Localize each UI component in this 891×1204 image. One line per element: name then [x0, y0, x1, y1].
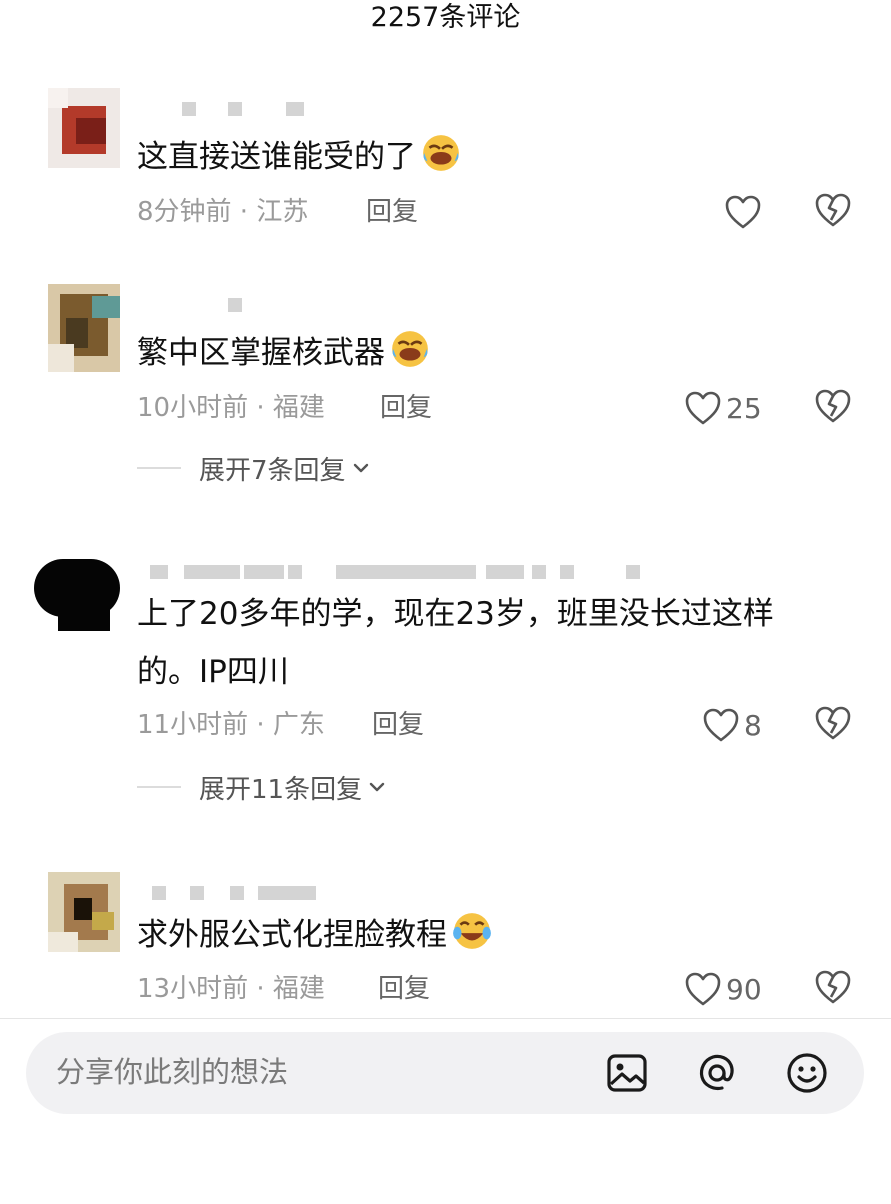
avatar[interactable] [34, 555, 124, 635]
heart-icon [703, 708, 739, 742]
comment-text: 繁中区掌握核武器 [137, 324, 837, 382]
expand-replies-button[interactable]: 展开7条回复 [137, 451, 370, 486]
expand-replies-button[interactable]: 展开11条回复 [137, 770, 386, 805]
heart-icon [725, 195, 761, 229]
avatar[interactable] [48, 284, 120, 372]
reply-button[interactable]: 回复 [372, 708, 424, 742]
like-button[interactable]: 8 [702, 705, 762, 745]
reply-button[interactable]: 回复 [378, 972, 430, 1006]
chevron-down-icon [353, 463, 368, 473]
tears-of-joy-emoji-icon [453, 913, 491, 949]
comment-time-location: 13小时前 · 福建 [137, 974, 325, 1004]
expand-replies-label: 展开11条回复 [199, 774, 363, 805]
composer-divider [0, 1018, 891, 1019]
reply-button[interactable]: 回复 [366, 195, 418, 229]
comment-input-placeholder: 分享你此刻的想法 [56, 1055, 289, 1089]
comment-time-location: 11小时前 · 广东 [137, 710, 325, 740]
chevron-down-icon [369, 782, 385, 792]
broken-heart-icon [815, 706, 851, 740]
reply-button[interactable]: 回复 [380, 391, 432, 425]
comment-input[interactable]: 分享你此刻的想法 [26, 1032, 864, 1114]
laughing-crying-emoji-icon [392, 331, 428, 367]
avatar[interactable] [48, 872, 120, 952]
comment-text: 上了20多年的学，现在23岁，班里没长过这样的。IP四川 [137, 596, 774, 690]
divider-line [137, 786, 181, 788]
dislike-button[interactable] [814, 705, 854, 745]
divider-line [137, 467, 181, 469]
expand-replies-label: 展开7条回复 [199, 455, 346, 486]
dislike-button[interactable] [814, 969, 854, 1009]
laughing-crying-emoji-icon [423, 135, 459, 171]
heart-icon [685, 391, 721, 425]
emoji-icon[interactable] [784, 1050, 830, 1096]
broken-heart-icon [815, 193, 851, 227]
like-count: 8 [744, 708, 762, 742]
comment-text: 这直接送谁能受的了 [137, 128, 837, 186]
broken-heart-icon [815, 970, 851, 1004]
at-icon[interactable] [694, 1050, 740, 1096]
like-button[interactable] [724, 192, 766, 232]
avatar[interactable] [48, 88, 120, 168]
dislike-button[interactable] [814, 388, 854, 428]
comment-count-title: 2257条评论 [370, 2, 521, 33]
image-icon[interactable] [604, 1050, 650, 1096]
like-button[interactable]: 90 [684, 969, 762, 1009]
comment-text: 求外服公式化捏脸教程 [137, 906, 837, 964]
like-count: 25 [726, 391, 762, 425]
broken-heart-icon [815, 389, 851, 423]
comment-time-location: 10小时前 · 福建 [137, 393, 325, 423]
like-button[interactable]: 25 [684, 388, 762, 428]
comment-time-location: 8分钟前 · 江苏 [137, 197, 309, 227]
dislike-button[interactable] [814, 192, 854, 232]
like-count: 90 [726, 972, 762, 1006]
heart-icon [685, 972, 721, 1006]
